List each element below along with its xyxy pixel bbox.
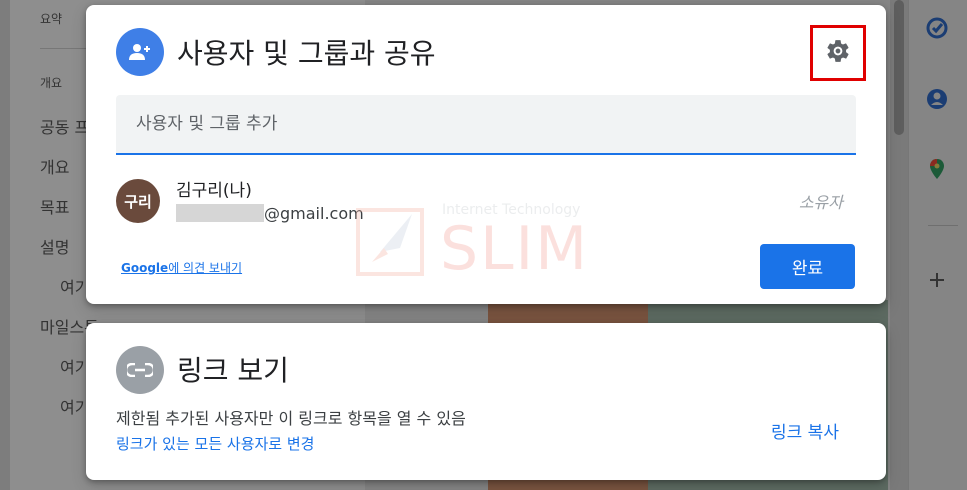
side-panel: [908, 0, 967, 490]
link-icon: [116, 346, 164, 394]
person-name: 김구리(나): [176, 181, 252, 201]
person-add-icon: [116, 28, 164, 76]
person-email-row: @gmail.com: [176, 203, 364, 223]
outline-item: 목표: [40, 198, 70, 217]
outline-item: 공동 프: [40, 118, 90, 137]
link-dialog: 링크 보기 제한됨 추가된 사용자만 이 링크로 항목을 열 수 있음 링크가 …: [86, 323, 886, 480]
feedback-brand: Google: [121, 261, 169, 275]
share-dialog-title: 사용자 및 그룹과 공유: [177, 37, 436, 70]
change-link-access-link[interactable]: 링크가 있는 모든 사용자로 변경: [116, 433, 314, 454]
scrollbar-thumb[interactable]: [894, 0, 904, 135]
link-access-description: 제한됨 추가된 사용자만 이 링크로 항목을 열 수 있음: [116, 409, 466, 428]
feedback-text: 에 의견 보내기: [168, 261, 243, 275]
outline-item: 개요: [40, 158, 70, 177]
sharing-settings-button[interactable]: [810, 25, 866, 81]
contacts-icon[interactable]: [926, 88, 948, 110]
done-button[interactable]: 완료: [760, 244, 855, 289]
tasks-icon[interactable]: [926, 17, 948, 39]
outline-item: 요약: [40, 12, 63, 26]
copy-link-button[interactable]: 링크 복사: [771, 418, 839, 443]
outline-item: 설명: [40, 238, 70, 257]
maps-icon[interactable]: [926, 158, 948, 180]
link-dialog-title: 링크 보기: [177, 354, 289, 387]
gear-icon: [825, 38, 851, 68]
side-panel-divider: [928, 225, 958, 226]
add-icon[interactable]: [926, 269, 948, 291]
watermark-text: SLIM: [440, 214, 589, 284]
watermark-logo: Internet Technology SLIM: [350, 200, 590, 284]
outline-item: 개요: [40, 76, 63, 90]
person-email: @gmail.com: [264, 203, 364, 223]
add-people-input[interactable]: [116, 95, 856, 155]
send-feedback-link[interactable]: Google에 의견 보내기: [121, 259, 242, 276]
avatar: 구리: [116, 179, 160, 223]
email-redaction: [176, 204, 264, 222]
person-role: 소유자: [798, 193, 843, 212]
